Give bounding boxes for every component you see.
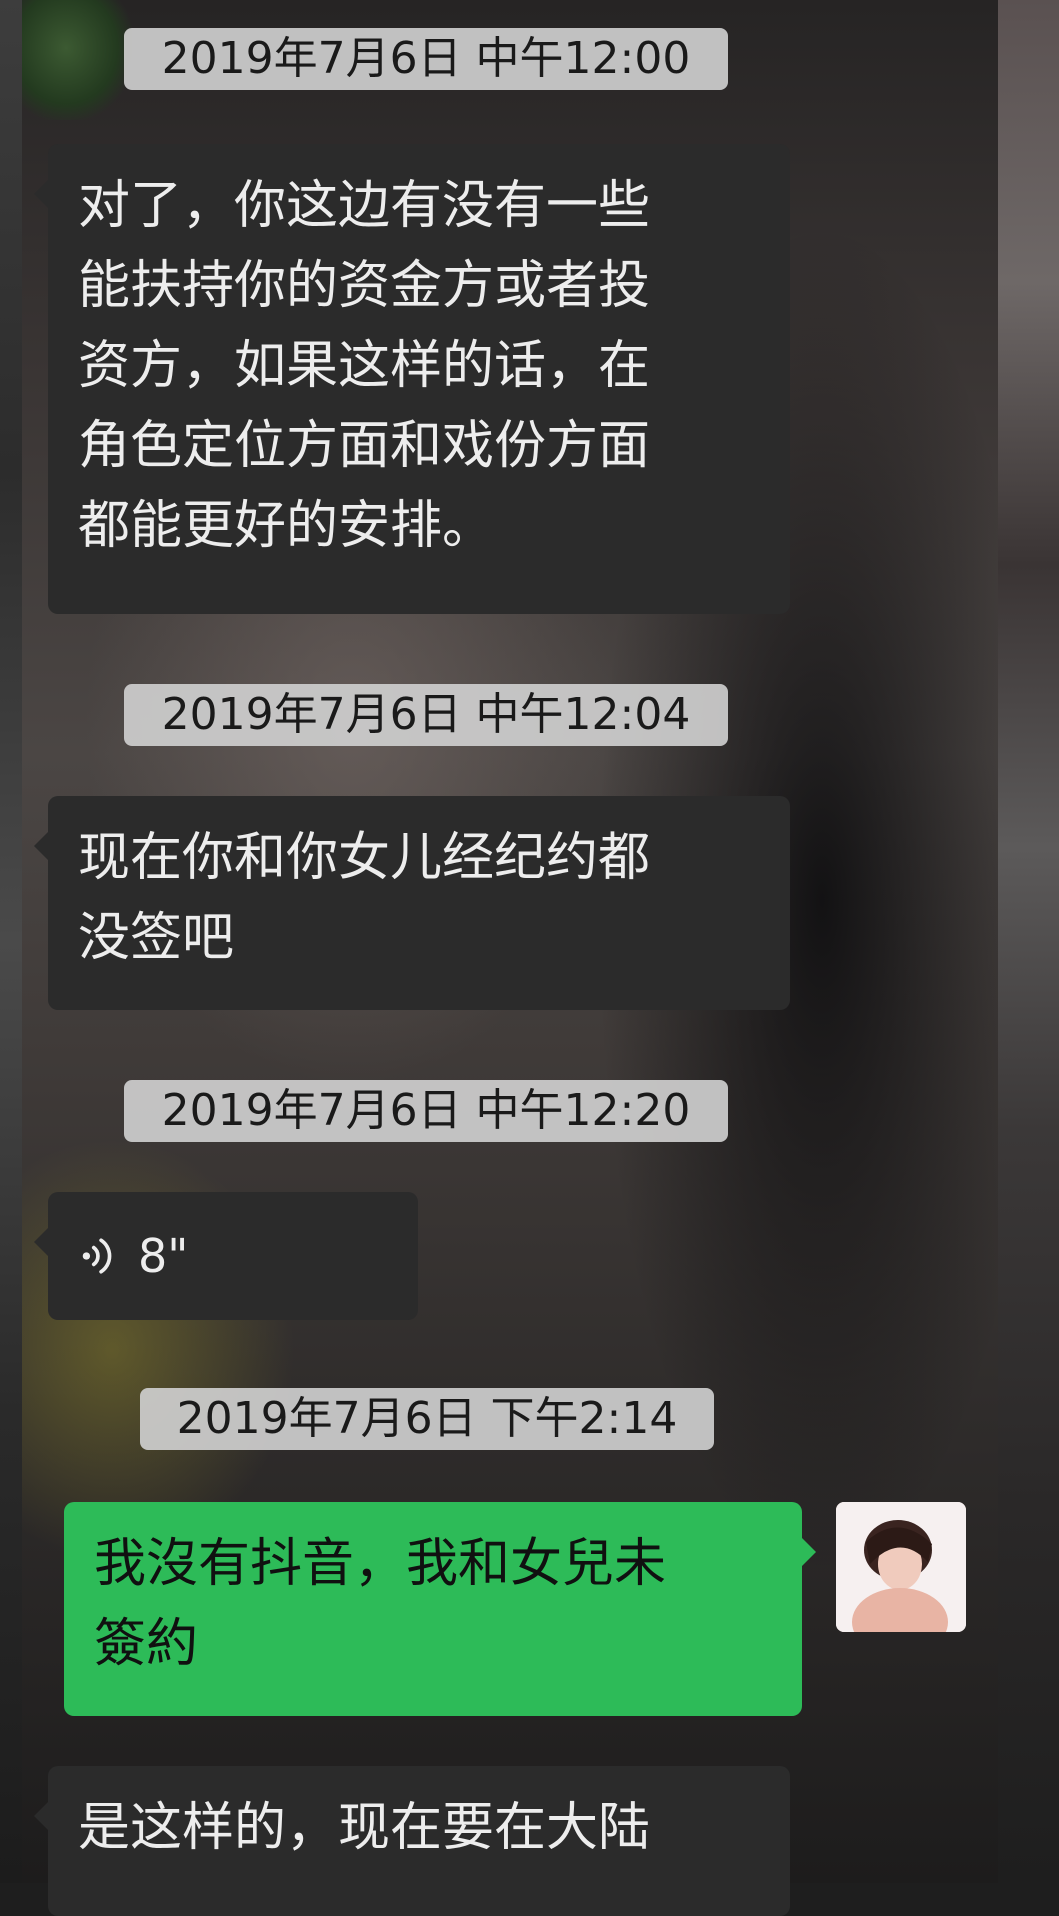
message-text-line: 我沒有抖音，我和女兒未: [94, 1534, 667, 1594]
avatar-portrait-icon: [836, 1502, 966, 1632]
timestamp: 2019年7月6日 下午2:14: [140, 1388, 714, 1450]
incoming-message-bubble[interactable]: 是这样的，现在要在大陆: [34, 1766, 790, 1916]
voice-wave-icon: [82, 1238, 112, 1274]
message-text-line: 角色定位方面和戏份方面: [78, 416, 651, 476]
incoming-message-bubble[interactable]: 现在你和你女儿经纪约都 没签吧: [34, 796, 790, 1010]
message-text-line: 对了，你这边有没有一些: [78, 176, 651, 236]
message-text-line: 能扶持你的资金方或者投: [78, 256, 651, 316]
user-avatar[interactable]: [836, 1502, 966, 1632]
timestamp: 2019年7月6日 中午12:04: [124, 684, 728, 746]
background-plant: [22, 0, 132, 120]
message-text-line: 簽約: [94, 1614, 199, 1674]
blurred-right-edge: [998, 0, 1059, 1883]
message-text-line: 是这样的，现在要在大陆: [78, 1798, 651, 1858]
message-text-line: 现在你和你女儿经纪约都: [78, 828, 651, 888]
timestamp: 2019年7月6日 中午12:00: [124, 28, 728, 90]
voice-duration: 8": [138, 1229, 189, 1283]
message-text-line: 都能更好的安排。: [78, 496, 495, 556]
timestamp: 2019年7月6日 中午12:20: [124, 1080, 728, 1142]
incoming-message-bubble[interactable]: 对了，你这边有没有一些 能扶持你的资金方或者投 资方，如果这样的话，在 角色定位…: [34, 144, 790, 614]
voice-message-bubble[interactable]: 8": [34, 1192, 418, 1320]
outgoing-message-bubble[interactable]: 我沒有抖音，我和女兒未 簽約: [64, 1502, 816, 1716]
message-text-line: 没签吧: [78, 908, 235, 968]
message-text-line: 资方，如果这样的话，在: [78, 336, 651, 396]
blurred-left-edge: [0, 0, 22, 1883]
